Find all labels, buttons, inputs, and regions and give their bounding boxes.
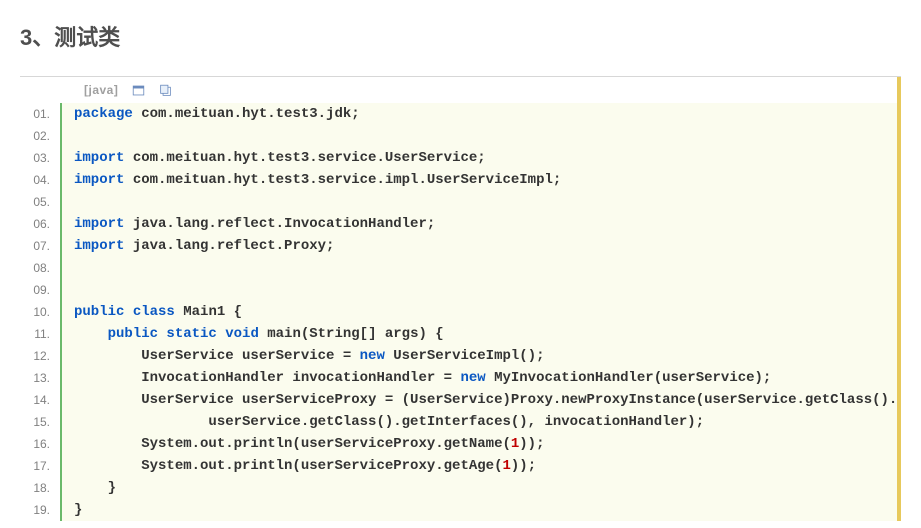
code-line: import java.lang.reflect.InvocationHandl… xyxy=(74,213,889,235)
text-token: } xyxy=(74,480,133,496)
line-number: 08. xyxy=(30,257,50,279)
text-token: com.meituan.hyt.test3.service.impl.UserS… xyxy=(133,172,578,188)
line-number: 09. xyxy=(30,279,50,301)
code-line: UserService userService = new UserServic… xyxy=(74,345,889,367)
text-token xyxy=(74,326,108,342)
text-token xyxy=(74,194,91,210)
code-line: userService.getClass().getInterfaces(), … xyxy=(74,411,889,433)
text-token xyxy=(74,260,91,276)
code-line xyxy=(74,257,889,279)
text-token: java.lang.reflect.InvocationHandler; xyxy=(133,216,452,232)
text-token: UserService userService = xyxy=(74,348,360,364)
code-line: } xyxy=(74,477,889,499)
text-token: Main1 { xyxy=(183,304,259,320)
text-token: } xyxy=(74,502,99,518)
code-line: } xyxy=(74,499,889,521)
line-number: 04. xyxy=(30,169,50,191)
code-lang-label: [java] xyxy=(84,83,118,97)
text-token: main(String[] args) { xyxy=(267,326,460,342)
code-toolbar: [java] xyxy=(76,77,901,103)
code-line xyxy=(74,191,889,213)
keyword-token: public xyxy=(74,304,133,320)
keyword-token: import xyxy=(74,216,133,232)
text-token: System.out.println(userServiceProxy.getN… xyxy=(74,436,511,452)
text-token: MyInvocationHandler(userService); xyxy=(494,370,788,386)
code-line xyxy=(74,279,889,301)
line-number: 11. xyxy=(30,323,50,345)
section-heading: 3、测试类 xyxy=(20,20,901,52)
line-number: 14. xyxy=(30,389,50,411)
text-token: InvocationHandler invocationHandler = xyxy=(74,370,460,386)
text-token: com.meituan.hyt.test3.jdk; xyxy=(141,106,376,122)
keyword-token: package xyxy=(74,106,141,122)
line-number: 19. xyxy=(30,499,50,521)
text-token: UserService userServiceProxy = (UserServ… xyxy=(74,392,901,408)
line-number: 03. xyxy=(30,147,50,169)
code-line: import com.meituan.hyt.test3.service.imp… xyxy=(74,169,889,191)
text-token: )); xyxy=(519,436,561,452)
code-line: System.out.println(userServiceProxy.getA… xyxy=(74,455,889,477)
line-number: 01. xyxy=(30,103,50,125)
copy-icon[interactable] xyxy=(159,84,172,97)
keyword-token: new xyxy=(460,370,494,386)
text-token: UserServiceImpl(); xyxy=(393,348,561,364)
code-block: [java] 01.02.03.04.05.06.07.08.09.10.11.… xyxy=(20,76,901,521)
line-number: 13. xyxy=(30,367,50,389)
line-number: 12. xyxy=(30,345,50,367)
text-token: userService.getClass().getInterfaces(), … xyxy=(74,414,721,430)
line-number: 18. xyxy=(30,477,50,499)
line-number: 05. xyxy=(30,191,50,213)
line-number: 07. xyxy=(30,235,50,257)
text-token: System.out.println(userServiceProxy.getA… xyxy=(74,458,502,474)
keyword-token: static xyxy=(166,326,225,342)
text-token xyxy=(74,282,91,298)
code-line: public class Main1 { xyxy=(74,301,889,323)
text-token: )); xyxy=(511,458,553,474)
code-line: import com.meituan.hyt.test3.service.Use… xyxy=(74,147,889,169)
line-number: 10. xyxy=(30,301,50,323)
line-number: 15. xyxy=(30,411,50,433)
code-line: public static void main(String[] args) { xyxy=(74,323,889,345)
line-number: 17. xyxy=(30,455,50,477)
keyword-token: public xyxy=(108,326,167,342)
code-line: UserService userServiceProxy = (UserServ… xyxy=(74,389,889,411)
keyword-token: class xyxy=(133,304,183,320)
text-token: java.lang.reflect.Proxy; xyxy=(133,238,351,254)
line-number: 02. xyxy=(30,125,50,147)
text-token xyxy=(74,128,91,144)
view-plain-icon[interactable] xyxy=(132,84,145,97)
line-number: 16. xyxy=(30,433,50,455)
keyword-token: import xyxy=(74,238,133,254)
keyword-token: import xyxy=(74,150,133,166)
line-number-gutter: 01.02.03.04.05.06.07.08.09.10.11.12.13.1… xyxy=(20,103,60,521)
code-line: System.out.println(userServiceProxy.getN… xyxy=(74,433,889,455)
code-line xyxy=(74,125,889,147)
text-token: com.meituan.hyt.test3.service.UserServic… xyxy=(133,150,503,166)
line-number: 06. xyxy=(30,213,50,235)
code-line: import java.lang.reflect.Proxy; xyxy=(74,235,889,257)
keyword-token: new xyxy=(360,348,394,364)
code-line: package com.meituan.hyt.test3.jdk; xyxy=(74,103,889,125)
keyword-token: void xyxy=(225,326,267,342)
number-token: 1 xyxy=(502,458,510,474)
keyword-token: import xyxy=(74,172,133,188)
code-line: InvocationHandler invocationHandler = ne… xyxy=(74,367,889,389)
code-pane: package com.meituan.hyt.test3.jdk; impor… xyxy=(60,103,901,521)
